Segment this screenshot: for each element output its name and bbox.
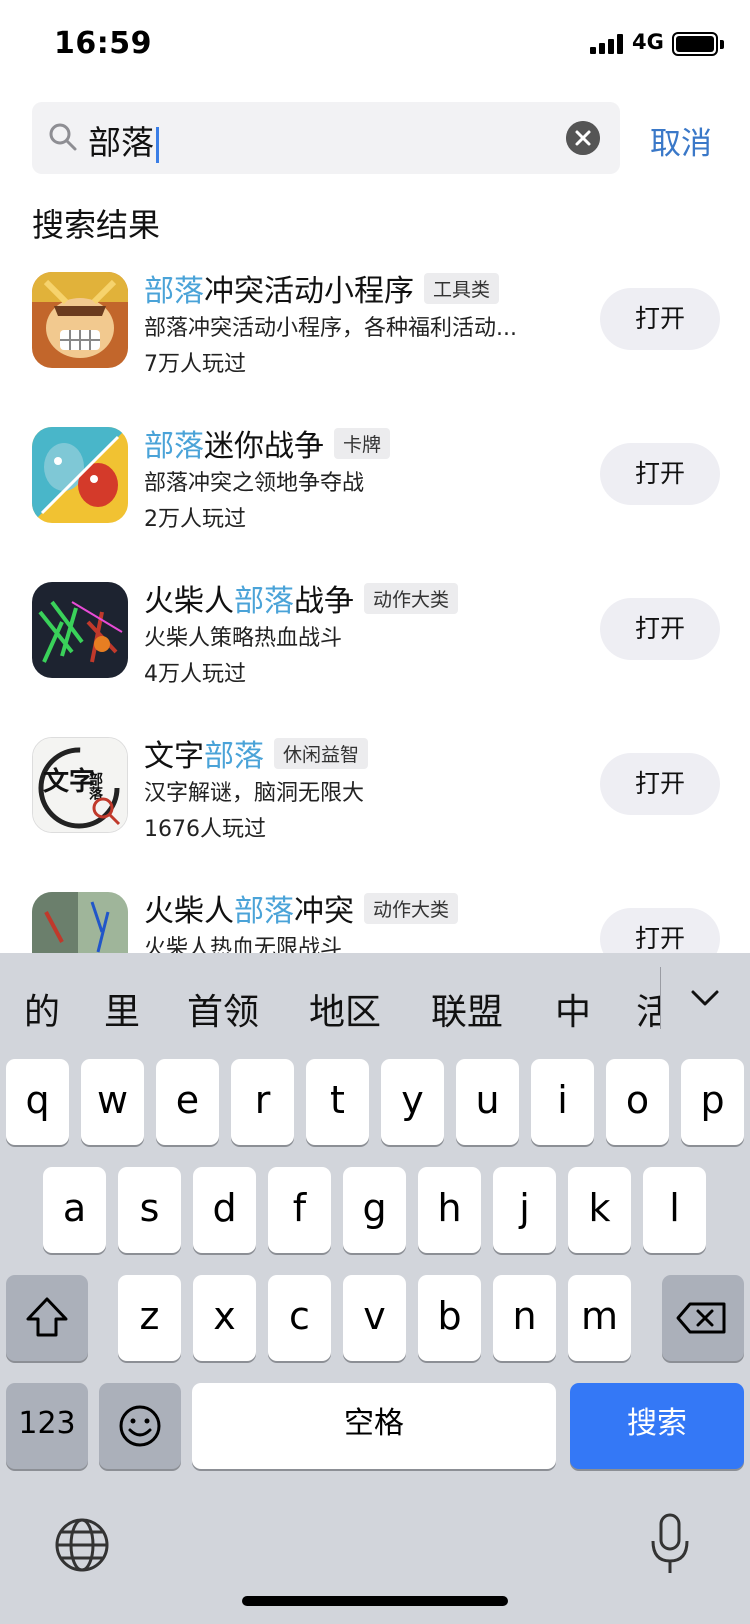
search-input[interactable]: 部落 (88, 116, 159, 164)
cancel-button[interactable]: 取消 (650, 118, 712, 163)
category-tag: 休闲益智 (274, 738, 369, 769)
key-t[interactable]: t (306, 1059, 369, 1145)
emoji-icon (119, 1405, 161, 1447)
space-key[interactable]: 空格 (192, 1383, 556, 1469)
candidate-word[interactable]: 首领 (187, 983, 259, 1035)
candidate-word[interactable]: 中 (555, 983, 591, 1035)
microphone-icon[interactable] (648, 1513, 692, 1577)
app-description: 部落冲突活动小程序，各种福利活动... (144, 316, 517, 341)
key-z[interactable]: z (118, 1275, 181, 1361)
key-l[interactable]: l (643, 1167, 706, 1253)
candidate-word[interactable]: 的 (24, 983, 60, 1035)
candidate-clip: 活 (636, 953, 660, 1057)
key-k[interactable]: k (568, 1167, 631, 1253)
app-description: 汉字解谜，脑洞无限大 (144, 781, 365, 806)
result-item[interactable]: 文字 部落 文字部落 休闲益智 汉字解谜，脑洞无限大 1676人玩过 打开 (0, 737, 750, 867)
app-name: 火柴人部落战争 动作大类 (144, 576, 459, 620)
candidate-word[interactable]: 里 (104, 983, 140, 1035)
clear-icon[interactable] (566, 121, 600, 155)
app-icon-clash (32, 272, 128, 368)
candidate-word[interactable]: 活 (636, 983, 660, 1035)
text-caret (156, 126, 159, 163)
key-n[interactable]: n (493, 1275, 556, 1361)
result-item[interactable]: 部落迷你战争 卡牌 部落冲突之领地争夺战 2万人玩过 打开 (0, 427, 750, 557)
app-icon-stickman-war (32, 582, 128, 678)
key-w[interactable]: w (81, 1059, 144, 1145)
player-count: 4万人玩过 (144, 662, 246, 687)
key-u[interactable]: u (456, 1059, 519, 1145)
key-x[interactable]: x (193, 1275, 256, 1361)
shift-key[interactable] (6, 1275, 88, 1361)
candidate-divider (660, 967, 661, 1029)
result-item[interactable]: 部落冲突活动小程序 工具类 部落冲突活动小程序，各种福利活动... 7万人玩过 打… (0, 272, 750, 402)
globe-icon[interactable] (54, 1517, 110, 1573)
icon-text-small: 部落 (87, 771, 103, 801)
delete-key[interactable] (662, 1275, 744, 1361)
key-p[interactable]: p (681, 1059, 744, 1145)
open-button[interactable]: 打开 (600, 443, 720, 505)
app-name: 火柴人部落冲突 动作大类 (144, 886, 459, 930)
key-v[interactable]: v (343, 1275, 406, 1361)
key-y[interactable]: y (381, 1059, 444, 1145)
section-title: 搜索结果 (32, 206, 161, 244)
key-h[interactable]: h (418, 1167, 481, 1253)
app-icon-wenzi: 文字 部落 (32, 737, 128, 833)
player-count: 1676人玩过 (144, 817, 266, 842)
numbers-key[interactable]: 123 (6, 1383, 88, 1469)
app-icon-mini-war (32, 427, 128, 523)
key-e[interactable]: e (156, 1059, 219, 1145)
key-r[interactable]: r (231, 1059, 294, 1145)
key-q[interactable]: q (6, 1059, 69, 1145)
network-type: 4G (632, 30, 664, 54)
key-o[interactable]: o (606, 1059, 669, 1145)
open-button[interactable]: 打开 (600, 288, 720, 350)
key-g[interactable]: g (343, 1167, 406, 1253)
result-item[interactable]: 火柴人部落战争 动作大类 火柴人策略热血战斗 4万人玩过 打开 (0, 582, 750, 712)
backspace-icon (676, 1302, 726, 1334)
key-f[interactable]: f (268, 1167, 331, 1253)
app-description: 部落冲突之领地争夺战 (144, 471, 365, 496)
candidate-word[interactable]: 联盟 (431, 983, 503, 1035)
category-tag: 工具类 (424, 273, 500, 304)
category-tag: 动作大类 (364, 893, 459, 924)
app-name: 部落冲突活动小程序 工具类 (144, 266, 500, 310)
chevron-down-icon[interactable] (690, 983, 720, 1013)
key-m[interactable]: m (568, 1275, 631, 1361)
category-tag: 动作大类 (364, 583, 459, 614)
emoji-key[interactable] (99, 1383, 181, 1469)
shift-icon (26, 1297, 68, 1337)
key-d[interactable]: d (193, 1167, 256, 1253)
search-query: 部落 (88, 123, 154, 162)
category-tag: 卡牌 (334, 428, 391, 459)
player-count: 2万人玩过 (144, 507, 246, 532)
keyboard: 的 里 首领 地区 联盟 中 活 q w e r t y u i o p a s… (0, 953, 750, 1624)
app-name: 部落迷你战争 卡牌 (144, 421, 391, 465)
candidate-bar: 的 里 首领 地区 联盟 中 活 (0, 953, 750, 1057)
player-count: 7万人玩过 (144, 352, 246, 377)
signal-icon (590, 34, 626, 54)
battery-icon (672, 32, 718, 56)
candidate-word[interactable]: 地区 (309, 983, 381, 1035)
status-bar: 16:59 4G (0, 0, 750, 90)
status-time: 16:59 (54, 26, 152, 61)
search-key[interactable]: 搜索 (570, 1383, 744, 1469)
home-indicator[interactable] (242, 1596, 508, 1606)
search-field[interactable]: 部落 (32, 102, 620, 174)
key-j[interactable]: j (493, 1167, 556, 1253)
battery-cap (720, 40, 724, 49)
app-name: 文字部落 休闲益智 (144, 731, 369, 775)
app-description: 火柴人策略热血战斗 (144, 626, 343, 651)
open-button[interactable]: 打开 (600, 598, 720, 660)
key-i[interactable]: i (531, 1059, 594, 1145)
search-icon (49, 123, 77, 151)
key-c[interactable]: c (268, 1275, 331, 1361)
key-a[interactable]: a (43, 1167, 106, 1253)
key-b[interactable]: b (418, 1275, 481, 1361)
key-s[interactable]: s (118, 1167, 181, 1253)
open-button[interactable]: 打开 (600, 753, 720, 815)
